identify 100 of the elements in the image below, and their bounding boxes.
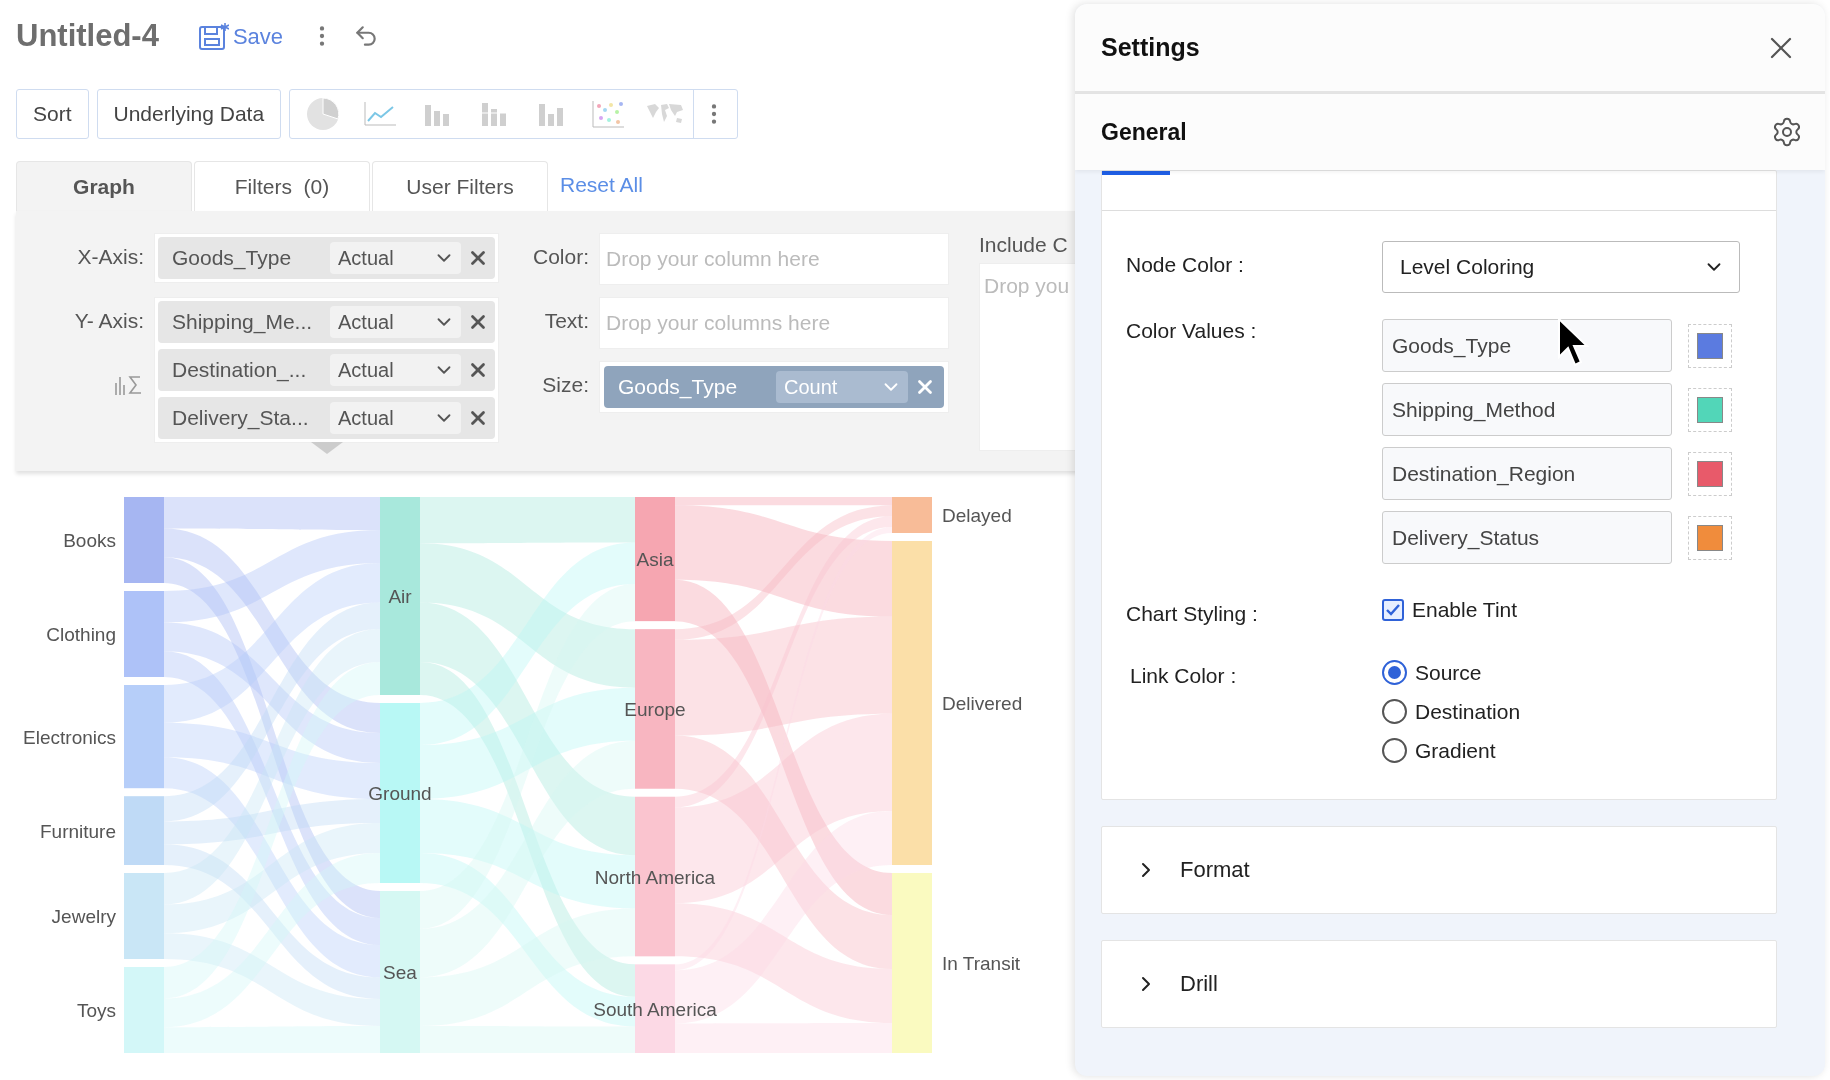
shelf-label: Color: (531, 244, 589, 269)
range-bar-icon (536, 101, 565, 127)
scatter-chart-icon (590, 100, 625, 128)
aggregate-value: Actual (338, 246, 394, 270)
node-label: Toys (76, 1000, 116, 1021)
sankey-node[interactable] (635, 497, 675, 622)
node-label: Furniture (39, 820, 116, 842)
tab[interactable]: User Filters (372, 161, 548, 211)
checkbox[interactable] (1382, 599, 1404, 621)
aggregate-dropdown[interactable]: Actual (330, 402, 461, 434)
field-name: Goods_Type (618, 375, 739, 399)
checkbox-label: Enable Tint (1412, 598, 1518, 622)
color-value-field[interactable]: Goods_Type (1382, 319, 1672, 372)
form-label: Chart Styling : (1126, 601, 1259, 626)
panel-title: Settings (1101, 33, 1200, 62)
line-chart-icon (362, 101, 397, 127)
aggregate-dropdown[interactable]: Actual (330, 242, 461, 274)
sankey-node[interactable] (124, 685, 164, 789)
drop-column-field[interactable]: Drop you (979, 263, 1075, 451)
field-name: Goods_Type (172, 246, 293, 270)
form-label: Link Color : (1129, 663, 1238, 688)
field-name: Destination_... (172, 358, 308, 382)
document-title: Untitled-4 (16, 18, 159, 54)
tab-underline (1102, 171, 1170, 175)
mouse-pointer-icon (1557, 317, 1591, 369)
node-label: North America (594, 866, 716, 888)
sankey-node[interactable] (380, 497, 420, 695)
node-label: South America (593, 998, 717, 1020)
color-swatch-button[interactable] (1688, 451, 1732, 496)
save-icon (198, 22, 229, 50)
save-button[interactable]: Save (198, 22, 284, 50)
tab[interactable]: Graph (16, 161, 192, 211)
sankey-node[interactable] (124, 591, 164, 677)
color-value-field[interactable]: Delivery_Status (1382, 511, 1672, 564)
node-label: Books (63, 530, 116, 551)
field-name: Shipping_Me... (172, 310, 314, 334)
node-label: Jewelry (51, 906, 116, 927)
stacked-bar-icon (479, 101, 508, 127)
drop-column-field[interactable]: Drop your column here (599, 233, 949, 285)
node-label: Air (388, 586, 412, 607)
sankey-node[interactable] (124, 967, 164, 1053)
radio-label: Gradient (1415, 738, 1496, 763)
node-label: Delayed (942, 505, 1012, 526)
shelf-label: Include C (979, 233, 1069, 257)
radio-button[interactable] (1382, 660, 1407, 685)
drop-column-field[interactable]: Drop your columns here (599, 297, 949, 349)
radio-label: Destination (1415, 699, 1521, 724)
settings-icon[interactable] (1771, 116, 1803, 148)
form-label: Color Values : (1126, 319, 1258, 343)
radio-button[interactable] (1382, 738, 1407, 763)
sankey-node[interactable] (380, 891, 420, 1053)
sankey-node[interactable] (892, 541, 932, 865)
aggregate-dropdown[interactable]: Actual (330, 354, 461, 386)
color-swatch-button[interactable] (1688, 323, 1732, 368)
aggregate-value: Actual (338, 406, 394, 430)
radio-label: Source (1415, 660, 1482, 685)
toolbar-button[interactable]: Sort (16, 89, 89, 139)
node-label: Europe (624, 698, 686, 720)
form-label: Node Color : (1126, 252, 1245, 277)
color-value-field[interactable]: Destination_Region (1382, 447, 1672, 500)
aggregate-value: Actual (338, 310, 394, 334)
field-pill[interactable]: Destination_... Actual (158, 349, 495, 391)
node-label: Asia (636, 549, 674, 571)
shelf-label: Size: (541, 372, 589, 397)
color-swatch-button[interactable] (1688, 515, 1732, 560)
node-label: Ground (368, 783, 432, 804)
node-label: Clothing (46, 624, 116, 645)
accordion-header[interactable]: Format (1101, 826, 1777, 914)
sankey-node[interactable] (892, 497, 932, 533)
shelf-label: X-Axis: (76, 244, 144, 269)
node-color-dropdown[interactable]: Level Coloring (1382, 241, 1740, 293)
field-name: Delivery_Sta... (172, 406, 310, 430)
sankey-node[interactable] (124, 796, 164, 865)
sankey-node[interactable] (124, 873, 164, 959)
world-map-icon (644, 102, 685, 126)
checkmark-icon (1386, 604, 1400, 616)
shelf-label: Text: (543, 308, 589, 333)
field-pill[interactable]: Shipping_Me... Actual (158, 301, 495, 343)
field-pill[interactable]: Goods_Type Actual (158, 237, 495, 279)
node-label: Sea (383, 962, 417, 983)
bar-sigma-icon (114, 373, 144, 397)
node-label: In Transit (942, 953, 1021, 974)
collapse-triangle-icon (311, 442, 343, 454)
node-label: Delivered (942, 693, 1023, 714)
aggregate-dropdown[interactable]: Actual (330, 306, 461, 338)
tab[interactable]: Filters (0) (194, 161, 370, 211)
aggregate-value: Count (784, 375, 838, 399)
node-label: Electronics (23, 726, 116, 748)
sankey-node[interactable] (892, 873, 932, 1053)
sankey-node[interactable] (124, 497, 164, 583)
section-title: General (1101, 118, 1187, 146)
shelf-label: Y- Axis: (73, 308, 144, 333)
accordion-header[interactable]: Drill (1101, 940, 1777, 1028)
color-value-field[interactable]: Shipping_Method (1382, 383, 1672, 436)
radio-button[interactable] (1382, 699, 1407, 724)
aggregate-value: Actual (338, 358, 394, 382)
color-swatch-button[interactable] (1688, 387, 1732, 432)
pie-chart-icon (305, 97, 340, 131)
field-pill[interactable]: Delivery_Sta... Actual (158, 397, 495, 439)
toolbar-button[interactable]: Underlying Data (96, 89, 282, 139)
